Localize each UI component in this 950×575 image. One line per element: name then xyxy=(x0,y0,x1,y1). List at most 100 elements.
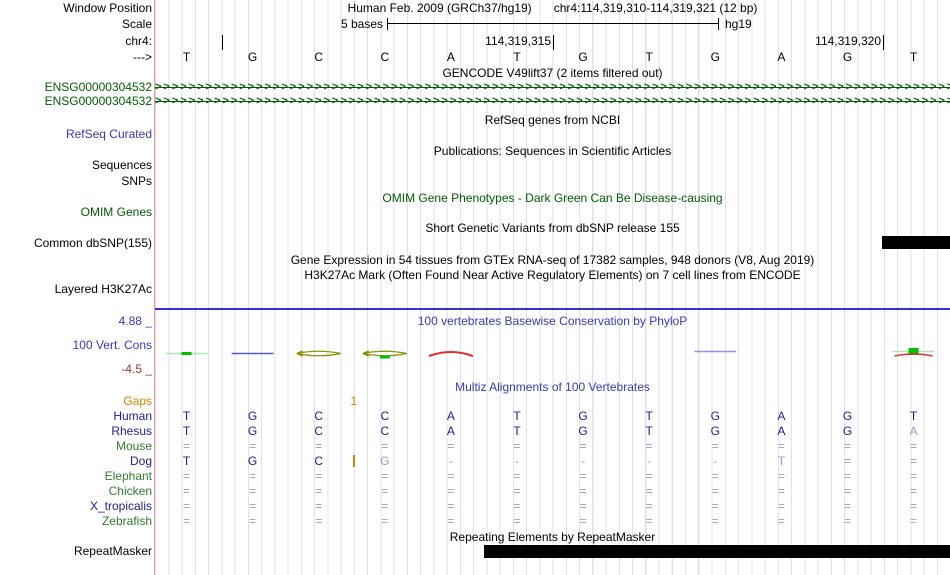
gtex-track-title: Gene Expression in 54 tissues from GTEx … xyxy=(290,253,815,267)
alignment-base: - xyxy=(647,454,652,468)
species-label-chicken[interactable]: Chicken xyxy=(0,484,152,499)
gaps-insert-count: 1 xyxy=(350,394,358,408)
alignment-base: = xyxy=(777,484,785,498)
alignment-base: T xyxy=(777,454,786,468)
alignment-base: = xyxy=(249,469,257,483)
alignment-base: = xyxy=(249,499,257,513)
reference-base: G xyxy=(842,50,853,64)
alignment-base: = xyxy=(381,514,389,528)
reference-base: T xyxy=(645,50,653,64)
multiz-track-title: Multiz Alignments of 100 Vertebrates xyxy=(455,380,650,394)
repeat-element-item[interactable] xyxy=(484,545,950,558)
alignment-base: A xyxy=(446,409,455,423)
h3k27ac-signal-baseline xyxy=(155,308,950,310)
gene-transcript-item[interactable]: >>>>>>>>>>>>>>>>>>>>>>>>>>>>>>>>>>>>>>>>… xyxy=(155,80,950,94)
alignment-base: = xyxy=(711,499,719,513)
coordinate-label: 114,319,315 xyxy=(485,34,551,48)
alignment-base: T xyxy=(909,409,918,423)
alignment-base: = xyxy=(843,499,851,513)
alignment-base: = xyxy=(315,499,323,513)
alignment-base: = xyxy=(777,499,785,513)
alignment-base: C xyxy=(314,454,324,468)
reference-base: G xyxy=(578,50,588,64)
alignment-base: - xyxy=(448,454,453,468)
reference-base: A xyxy=(446,50,455,64)
position-text: chr4:114,319,310-114,319,321 (12 bp) xyxy=(553,1,758,15)
alignment-base: = xyxy=(513,514,521,528)
conservation-scale-min: -4.5 _ xyxy=(121,362,152,376)
alignment-base: = xyxy=(910,469,918,483)
alignment-base: = xyxy=(777,469,785,483)
dbsnp-variant-item[interactable] xyxy=(882,236,950,249)
species-label-dog[interactable]: Dog xyxy=(0,454,152,469)
alignment-base: C xyxy=(314,424,324,438)
gencode-track-title: GENCODE V49lift37 (2 items filtered out) xyxy=(442,66,663,80)
alignment-base: = xyxy=(447,439,455,453)
alignment-base: = xyxy=(910,499,918,513)
multiz-gaps-label[interactable]: Gaps xyxy=(0,394,152,409)
refseq-track-label[interactable]: RefSeq Curated xyxy=(0,127,152,142)
alignment-base: = xyxy=(249,484,257,498)
alignment-base: = xyxy=(843,484,851,498)
strand-arrow-label[interactable]: ---> xyxy=(0,50,152,65)
window-position-line: Human Feb. 2009 (GRCh37/hg19) chr4:114,31… xyxy=(155,1,950,16)
gene-transcript-item[interactable]: >>>>>>>>>>>>>>>>>>>>>>>>>>>>>>>>>>>>>>>>… xyxy=(155,94,950,108)
genome-browser-image: Window Position Scale chr4: ---> Human F… xyxy=(0,0,950,575)
species-label-x_tropicalis[interactable]: X_tropicalis xyxy=(0,499,152,514)
alignment-base: G xyxy=(247,424,258,438)
alignment-base: C xyxy=(380,409,390,423)
alignment-base: = xyxy=(182,469,190,483)
conservation-track-label[interactable]: 100 Vert. Cons xyxy=(0,338,152,353)
gene-item-label[interactable]: ENSG00000304532 xyxy=(0,80,152,95)
alignment-base: T xyxy=(182,454,191,468)
alignment-base: G xyxy=(247,409,258,423)
omim-track-label[interactable]: OMIM Genes xyxy=(0,205,152,220)
alignment-base: G xyxy=(247,454,258,468)
species-label-rhesus[interactable]: Rhesus xyxy=(0,424,152,439)
reference-base: T xyxy=(909,50,918,64)
alignment-base: = xyxy=(843,469,851,483)
h3k27ac-track-label[interactable]: Layered H3K27Ac xyxy=(0,282,152,297)
alignment-base: G xyxy=(842,409,853,423)
alignment-base: A xyxy=(777,424,786,438)
conservation-track-title: 100 vertebrates Basewise Conservation by… xyxy=(417,314,688,328)
conservation-mark xyxy=(428,351,474,357)
alignment-base: = xyxy=(910,514,918,528)
alignment-base: C xyxy=(314,409,324,423)
refseq-track-title: RefSeq genes from NCBI xyxy=(484,113,621,127)
coordinate-tick xyxy=(553,35,554,50)
alignment-base: = xyxy=(182,514,190,528)
alignment-base: = xyxy=(843,454,851,468)
sequences-track-label[interactable]: Sequences xyxy=(0,158,152,173)
alignment-base: = xyxy=(315,439,323,453)
chromosome-label: chr4: xyxy=(125,34,152,48)
species-label-elephant[interactable]: Elephant xyxy=(0,469,152,484)
alignment-base: = xyxy=(579,499,587,513)
snps-track-label[interactable]: SNPs xyxy=(0,174,152,189)
alignment-base: T xyxy=(645,424,653,438)
alignment-base: = xyxy=(843,439,851,453)
alignment-base: A xyxy=(777,409,786,423)
alignment-base: G xyxy=(842,424,853,438)
ruler-tick xyxy=(222,35,223,50)
coordinate-tick xyxy=(883,35,884,50)
publications-track-title: Publications: Sequences in Scientific Ar… xyxy=(433,144,672,158)
gene-item-label[interactable]: ENSG00000304532 xyxy=(0,94,152,109)
dbsnp-track-label[interactable]: Common dbSNP(155) xyxy=(0,236,152,251)
species-label-human[interactable]: Human xyxy=(0,409,152,424)
species-label-zebrafish[interactable]: Zebrafish xyxy=(0,514,152,529)
alignment-base: = xyxy=(711,439,719,453)
alignment-base: = xyxy=(843,514,851,528)
alignment-base: = xyxy=(447,469,455,483)
alignment-base: T xyxy=(182,424,191,438)
alignment-base: = xyxy=(182,484,190,498)
alignment-base: = xyxy=(381,439,389,453)
alignment-base: = xyxy=(910,439,918,453)
alignment-base: = xyxy=(381,484,389,498)
alignment-base: A xyxy=(909,424,918,438)
alignment-base: = xyxy=(381,469,389,483)
repeatmasker-track-label[interactable]: RepeatMasker xyxy=(0,544,152,559)
alignment-base: = xyxy=(249,439,257,453)
species-label-mouse[interactable]: Mouse xyxy=(0,439,152,454)
alignment-base: = xyxy=(711,469,719,483)
